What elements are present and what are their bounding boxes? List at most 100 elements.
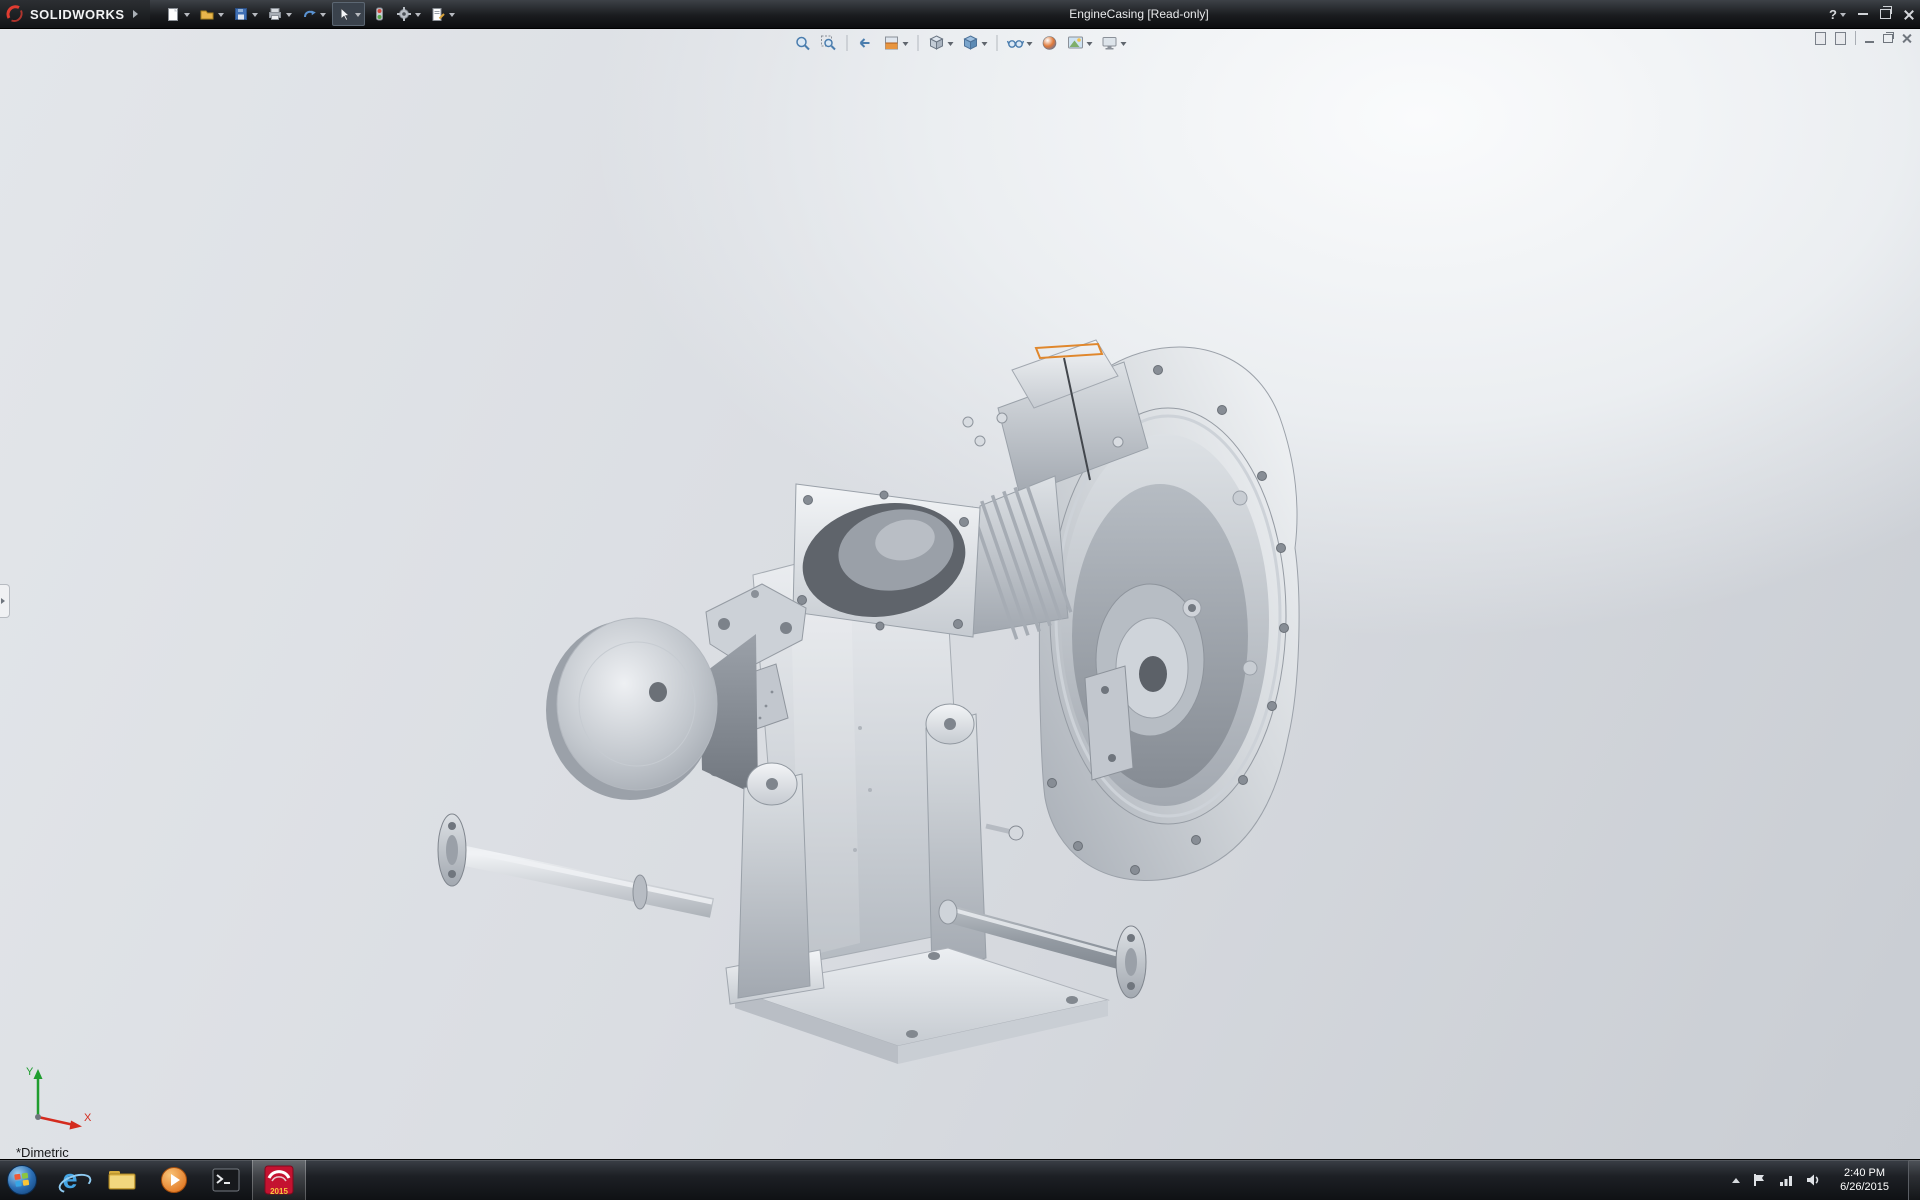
display-style-button[interactable] xyxy=(959,32,991,54)
rebuild-button[interactable] xyxy=(368,3,390,25)
y-axis-label: Y xyxy=(26,1066,34,1078)
minimize-button[interactable] xyxy=(1858,13,1868,15)
solidworks-logo: SOLIDWORKS xyxy=(0,0,150,28)
print-icon xyxy=(267,6,283,22)
chevron-down-icon xyxy=(415,13,421,20)
section-view-button[interactable] xyxy=(880,32,912,54)
glasses-icon xyxy=(1007,34,1025,52)
chevron-down-icon xyxy=(355,13,361,20)
gear-icon xyxy=(396,6,412,22)
display-style-icon xyxy=(962,34,980,52)
undo-icon xyxy=(301,6,317,22)
rebuild-icon xyxy=(371,6,387,22)
chevron-down-icon xyxy=(184,13,190,20)
model-bore-flange xyxy=(793,484,980,637)
restore-button[interactable] xyxy=(1880,9,1891,19)
internet-explorer-icon: e xyxy=(62,1166,77,1193)
document-close-button[interactable] xyxy=(1902,33,1912,43)
chevron-right-icon xyxy=(1,598,8,604)
feature-tree-collapse-handle[interactable] xyxy=(0,584,10,618)
previous-view-button[interactable] xyxy=(854,32,878,54)
select-cursor-icon xyxy=(336,6,352,22)
window-controls: ? xyxy=(1829,0,1914,28)
graphics-viewport[interactable]: Y X *Dimetric xyxy=(0,28,1920,1160)
chevron-down-icon xyxy=(982,42,988,49)
section-view-icon xyxy=(883,34,901,52)
media-player-icon xyxy=(160,1166,188,1194)
x-axis-arrow xyxy=(70,1121,83,1130)
save-button[interactable] xyxy=(230,3,261,25)
chevron-down-icon xyxy=(252,13,258,20)
taskbar-item-media-player[interactable] xyxy=(148,1160,200,1200)
show-desktop-button[interactable] xyxy=(1908,1160,1920,1200)
chevron-down-icon xyxy=(449,13,455,20)
folder-icon xyxy=(107,1167,137,1193)
zoom-to-fit-icon xyxy=(794,34,812,52)
undo-button[interactable] xyxy=(298,3,329,25)
new-document-icon xyxy=(165,6,181,22)
chevron-down-icon xyxy=(1840,13,1846,20)
appearance-ball-icon xyxy=(1041,34,1059,52)
open-folder-icon xyxy=(199,6,215,22)
system-tray: 2:40 PM 6/26/2015 xyxy=(1732,1160,1920,1200)
taskbar-item-command-prompt[interactable] xyxy=(200,1160,252,1200)
open-button[interactable] xyxy=(196,3,227,25)
help-button[interactable]: ? xyxy=(1829,7,1846,22)
document-window-controls xyxy=(1815,31,1912,45)
solidworks-version-badge: 2015 xyxy=(253,1187,305,1196)
edit-appearance-button[interactable] xyxy=(1038,32,1062,54)
solidworks-window: SOLIDWORKS xyxy=(0,0,1920,1200)
start-button[interactable] xyxy=(0,1160,44,1200)
document-minimize-button[interactable] xyxy=(1865,41,1874,43)
document-title: EngineCasing [Read-only] xyxy=(1069,7,1208,21)
hide-show-items-button[interactable] xyxy=(1004,32,1036,54)
next-window-icon[interactable] xyxy=(1835,32,1846,45)
view-settings-button[interactable] xyxy=(1098,32,1130,54)
y-axis-arrow xyxy=(34,1069,43,1079)
tray-time: 2:40 PM xyxy=(1840,1166,1889,1180)
show-hidden-icons-button[interactable] xyxy=(1732,1174,1740,1183)
file-properties-button[interactable] xyxy=(427,3,458,25)
options-button[interactable] xyxy=(393,3,424,25)
engine-casing-model[interactable] xyxy=(0,28,1920,1160)
zoom-to-area-button[interactable] xyxy=(817,32,841,54)
chevron-down-icon xyxy=(903,42,909,49)
action-center-icon[interactable] xyxy=(1751,1172,1767,1188)
select-tool-button[interactable] xyxy=(332,2,365,26)
document-restore-button[interactable] xyxy=(1883,34,1893,43)
taskbar-item-internet-explorer[interactable]: e xyxy=(44,1160,96,1200)
windows-start-icon xyxy=(6,1164,38,1196)
scene-icon xyxy=(1067,34,1085,52)
previous-view-icon xyxy=(857,34,875,52)
volume-icon[interactable] xyxy=(1805,1173,1821,1187)
zoom-to-area-icon xyxy=(820,34,838,52)
previous-window-icon[interactable] xyxy=(1815,32,1826,45)
view-settings-icon xyxy=(1101,34,1119,52)
solidworks-logo-icon xyxy=(6,5,24,23)
command-prompt-icon xyxy=(212,1168,240,1192)
tray-date: 6/26/2015 xyxy=(1840,1180,1889,1194)
zoom-to-fit-button[interactable] xyxy=(791,32,815,54)
toolbar-separator xyxy=(997,35,998,51)
taskbar-clock[interactable]: 2:40 PM 6/26/2015 xyxy=(1832,1166,1897,1195)
separator xyxy=(1855,31,1856,45)
view-orientation-button[interactable] xyxy=(925,32,957,54)
orientation-triad: Y X xyxy=(20,1063,98,1138)
chevron-down-icon xyxy=(1027,42,1033,49)
save-icon xyxy=(233,6,249,22)
x-axis-label: X xyxy=(84,1112,92,1124)
taskbar-item-solidworks-2015[interactable]: 2015 xyxy=(252,1160,306,1200)
chevron-down-icon xyxy=(320,13,326,20)
chevron-down-icon xyxy=(286,13,292,20)
taskbar-item-file-explorer[interactable] xyxy=(96,1160,148,1200)
chevron-down-icon xyxy=(218,13,224,20)
new-document-button[interactable] xyxy=(162,3,193,25)
title-bar: SOLIDWORKS xyxy=(0,0,1920,29)
close-button[interactable] xyxy=(1903,9,1914,20)
apply-scene-button[interactable] xyxy=(1064,32,1096,54)
menu-expand-icon[interactable] xyxy=(133,10,142,18)
print-button[interactable] xyxy=(264,3,295,25)
view-cube-icon xyxy=(928,34,946,52)
chevron-down-icon xyxy=(948,42,954,49)
network-icon[interactable] xyxy=(1778,1173,1794,1187)
